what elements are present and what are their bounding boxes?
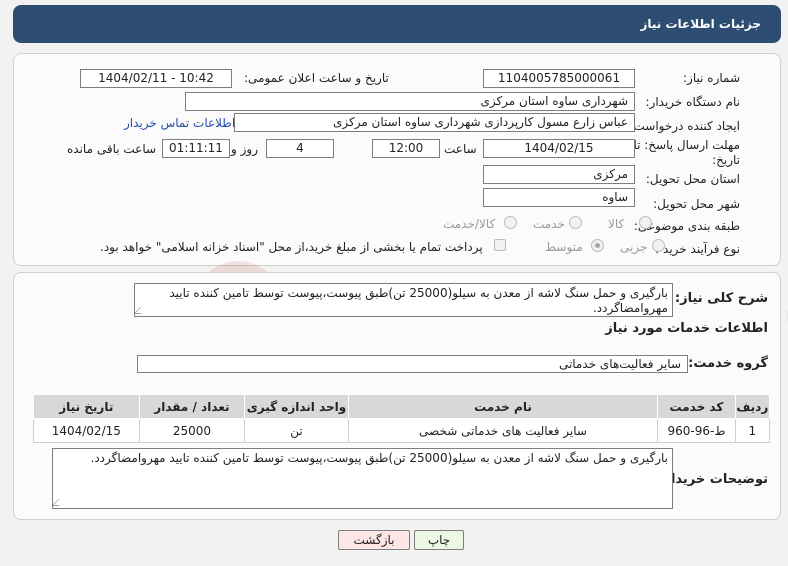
province-label: استان محل تحویل: <box>645 172 740 186</box>
days-remaining-field[interactable]: 4 <box>266 139 334 158</box>
print-button[interactable]: چاپ <box>414 530 464 550</box>
col-header-service-name: نام خدمت <box>347 394 659 419</box>
col-header-unit: واحد اندازه گیری <box>244 394 349 419</box>
need-number-field[interactable]: 1104005785000061 <box>483 69 635 88</box>
deadline-label-line2: تاریخ: <box>712 153 740 167</box>
cell-unit: تن <box>244 418 349 443</box>
deadline-date-field[interactable]: 1404/02/15 <box>483 139 635 158</box>
table-row: 1 ط-96-960 سایر فعالیت های خدماتی شخصی ت… <box>33 418 771 443</box>
cell-service-name: سایر فعالیت های خدماتی شخصی <box>347 418 659 443</box>
service-group-field[interactable]: سایر فعالیت‌های خدماتی <box>137 355 688 373</box>
col-header-service-code: کد خدمت <box>657 394 736 419</box>
page-title: جزئیات اطلاعات نیاز <box>640 17 761 31</box>
need-number-label: شماره نیاز: <box>683 71 740 85</box>
summary-label: شرح کلی نیاز: <box>674 291 768 306</box>
process-option-medium: متوسط <box>545 240 583 254</box>
cell-need-date: 1404/02/15 <box>33 418 140 443</box>
services-section-title: اطلاعات خدمات مورد نیاز <box>605 321 768 336</box>
services-table: ردیف کد خدمت نام خدمت واحد اندازه گیری ت… <box>33 394 771 443</box>
cell-service-code: ط-96-960 <box>657 418 736 443</box>
process-radio-minor[interactable] <box>652 239 665 252</box>
treasury-payment-note: پرداخت تمام یا بخشی از مبلغ خرید،از محل … <box>100 240 483 254</box>
category-option-goods: کالا <box>608 217 625 231</box>
buyer-notes-label: توضیحات خریدار: <box>658 472 768 487</box>
remaining-time-field[interactable]: 01:11:11 <box>162 139 230 158</box>
deadline-time-label: ساعت <box>444 142 477 156</box>
province-field[interactable]: مرکزی <box>483 165 635 184</box>
city-field[interactable]: ساوه <box>483 188 635 207</box>
page-header: جزئیات اطلاعات نیاز <box>13 5 781 43</box>
table-header-row: ردیف کد خدمت نام خدمت واحد اندازه گیری ت… <box>33 394 771 419</box>
back-button[interactable]: بازگشت <box>338 530 410 550</box>
announce-date-label: تاریخ و ساعت اعلان عمومی: <box>244 71 389 85</box>
buyer-notes-text: بارگیری و حمل سنگ لاشه از معدن به سیلو(2… <box>90 451 669 465</box>
process-radio-medium[interactable] <box>591 239 604 252</box>
process-option-minor: جزیی <box>620 240 648 254</box>
category-radio-goods-service[interactable] <box>504 216 517 229</box>
buyer-notes-textarea[interactable]: بارگیری و حمل سنگ لاشه از معدن به سیلو(2… <box>52 448 673 509</box>
buyer-contact-link[interactable]: اطلاعات تماس خریدار <box>124 116 235 130</box>
summary-text: بارگیری و حمل سنگ لاشه از معدن به سیلو(2… <box>169 286 668 315</box>
resize-grip-icon[interactable] <box>135 307 148 314</box>
category-option-goods-service: کالا/خدمت <box>443 217 496 231</box>
service-group-label: گروه خدمت: <box>688 356 768 371</box>
col-header-need-date: تاریخ نیاز <box>33 394 140 419</box>
creator-label: ایجاد کننده درخواست: <box>629 119 740 133</box>
col-header-quantity: تعداد / مقدار <box>138 394 246 419</box>
remaining-time-label: ساعت باقی مانده <box>67 142 157 156</box>
summary-textarea[interactable]: بارگیری و حمل سنگ لاشه از معدن به سیلو(2… <box>134 283 673 317</box>
announce-date-field[interactable]: 1404/02/11 - 10:42 <box>80 69 232 88</box>
creator-field[interactable]: عباس زارع مسول کارپردازی شهرداری ساوه اس… <box>234 113 635 132</box>
deadline-label-line1: مهلت ارسال پاسخ: تا <box>633 138 740 152</box>
col-header-row-num: ردیف <box>734 394 771 419</box>
days-label: روز و <box>231 142 258 156</box>
city-label: شهر محل تحویل: <box>653 197 740 211</box>
cell-quantity: 25000 <box>138 418 246 443</box>
cell-row-num: 1 <box>734 418 771 443</box>
category-radio-service[interactable] <box>569 216 582 229</box>
treasury-payment-checkbox[interactable] <box>494 239 506 251</box>
resize-grip-icon[interactable] <box>53 499 66 506</box>
category-option-service: خدمت <box>533 217 565 231</box>
deadline-time-field[interactable]: 12:00 <box>372 139 440 158</box>
process-type-label: نوع فرآیند خرید : <box>655 242 740 256</box>
category-radio-goods[interactable] <box>639 216 652 229</box>
buyer-org-field[interactable]: شهرداری ساوه استان مرکزی <box>185 92 635 111</box>
buyer-org-label: نام دستگاه خریدار: <box>645 95 741 109</box>
